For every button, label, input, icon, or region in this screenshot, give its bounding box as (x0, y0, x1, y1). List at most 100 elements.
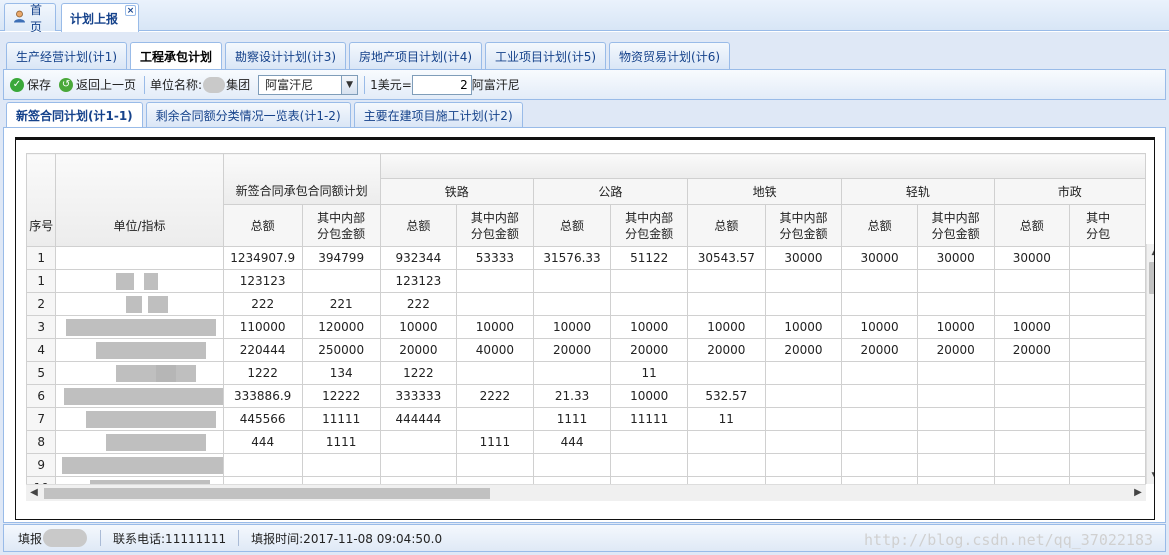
value-cell[interactable]: 10000 (379, 315, 458, 339)
unit-cell-redacted[interactable] (55, 430, 224, 454)
value-cell[interactable] (1069, 407, 1146, 431)
value-cell[interactable]: 10000 (916, 315, 995, 339)
value-cell[interactable] (1069, 338, 1146, 362)
tab-trade-plan[interactable]: 物资贸易计划(计6) (609, 42, 731, 69)
col-header-internal-subcontract[interactable]: 其中内部 分包金额 (764, 204, 843, 247)
value-cell[interactable] (379, 476, 458, 484)
col-header-municipal[interactable]: 市政 (993, 178, 1146, 205)
value-cell[interactable] (610, 292, 688, 316)
value-cell[interactable] (764, 407, 843, 431)
value-cell[interactable]: 221 (301, 292, 381, 316)
value-cell[interactable] (764, 476, 843, 484)
value-cell[interactable] (993, 407, 1071, 431)
value-cell[interactable]: 333886.9 (222, 384, 303, 408)
scroll-right-icon[interactable]: ▶ (1130, 485, 1146, 501)
tab-remaining-contract[interactable]: 剩余合同额分类情况一览表(计1-2) (145, 102, 351, 127)
value-cell[interactable] (993, 269, 1071, 293)
scroll-up-icon[interactable]: ▲ (1147, 244, 1154, 260)
col-header-total[interactable]: 总额 (993, 204, 1071, 247)
value-cell[interactable]: 30000 (993, 246, 1071, 270)
value-cell[interactable]: 51122 (610, 246, 688, 270)
value-cell[interactable] (456, 476, 534, 484)
col-header-total[interactable]: 总额 (687, 204, 766, 247)
table-row[interactable]: 3 110000 120000 10000 10000 10000 10000 10000 10… (26, 315, 1146, 339)
col-header-total[interactable]: 总额 (532, 204, 612, 247)
col-header-internal-subcontract[interactable]: 其中内部 分包金额 (301, 204, 381, 247)
value-cell[interactable]: 20000 (993, 338, 1071, 362)
vertical-scrollbar[interactable]: ▲ ▼ (1146, 244, 1154, 484)
value-cell[interactable]: 1111 (301, 430, 381, 454)
value-cell[interactable]: 134 (301, 361, 381, 385)
unit-cell-redacted[interactable] (55, 361, 224, 385)
value-cell[interactable]: 20000 (610, 338, 688, 362)
value-cell[interactable]: 250000 (301, 338, 381, 362)
value-cell[interactable]: 1222 (379, 361, 458, 385)
value-cell[interactable] (916, 292, 995, 316)
value-cell[interactable] (687, 430, 766, 454)
table-row[interactable]: 2 222 221 222 (26, 292, 1146, 316)
value-cell[interactable]: 1222 (222, 361, 303, 385)
value-cell[interactable] (301, 453, 381, 477)
value-cell[interactable]: 11111 (610, 407, 688, 431)
table-row[interactable]: 7 445566 11111 444444 1111 11111 11 (26, 407, 1146, 431)
value-cell[interactable] (687, 361, 766, 385)
value-cell[interactable]: 444 (532, 430, 612, 454)
value-cell[interactable] (532, 361, 612, 385)
value-cell[interactable]: 40000 (456, 338, 534, 362)
value-cell[interactable]: 222 (222, 292, 303, 316)
value-cell[interactable] (764, 292, 843, 316)
value-cell[interactable] (993, 430, 1071, 454)
value-cell[interactable]: 2222 (456, 384, 534, 408)
value-cell[interactable]: 30000 (916, 246, 995, 270)
value-cell[interactable] (841, 361, 918, 385)
tab-plan-report[interactable]: 计划上报 × (61, 3, 139, 32)
value-cell[interactable]: 445566 (222, 407, 303, 431)
col-header-highway[interactable]: 公路 (532, 178, 689, 205)
value-cell[interactable] (841, 384, 918, 408)
value-cell[interactable] (764, 269, 843, 293)
scroll-down-icon[interactable]: ▼ (1147, 468, 1154, 484)
value-cell[interactable] (916, 453, 995, 477)
value-cell[interactable] (916, 476, 995, 484)
value-cell[interactable] (1069, 292, 1146, 316)
value-cell[interactable]: 123123 (379, 269, 458, 293)
value-cell[interactable] (841, 453, 918, 477)
value-cell[interactable] (1069, 476, 1146, 484)
col-header-total[interactable]: 总额 (222, 204, 303, 247)
value-cell[interactable] (1069, 453, 1146, 477)
value-cell[interactable] (916, 384, 995, 408)
value-cell[interactable]: 110000 (222, 315, 303, 339)
back-button[interactable]: ↺ 返回上一页 (59, 76, 136, 93)
value-cell[interactable]: 10000 (687, 315, 766, 339)
col-header-new-contract[interactable]: 新签合同承包合同额计划 (222, 153, 381, 205)
value-cell[interactable] (841, 430, 918, 454)
table-row[interactable]: 5 1222 134 1222 11 (26, 361, 1146, 385)
value-cell[interactable]: 20000 (532, 338, 612, 362)
value-cell[interactable] (301, 476, 381, 484)
value-cell[interactable] (1069, 246, 1146, 270)
col-header-internal-subcontract[interactable]: 其中内部 分包金额 (610, 204, 688, 247)
table-row[interactable]: 10 (26, 476, 1146, 484)
col-header-unit[interactable]: 单位/指标 (55, 153, 224, 247)
value-cell[interactable] (841, 269, 918, 293)
horizontal-scroll-thumb[interactable] (44, 488, 490, 499)
unit-cell-redacted[interactable] (55, 315, 224, 339)
value-cell[interactable]: 53333 (456, 246, 534, 270)
value-cell[interactable]: 10000 (841, 315, 918, 339)
horizontal-scrollbar[interactable]: ◀ ▶ (26, 484, 1146, 501)
tab-engineering-plan[interactable]: 工程承包计划 (130, 42, 223, 69)
value-cell[interactable]: 11 (687, 407, 766, 431)
tab-home[interactable]: 首页 (4, 3, 56, 34)
value-cell[interactable]: 1111 (532, 407, 612, 431)
value-cell[interactable] (301, 269, 381, 293)
value-cell[interactable] (764, 430, 843, 454)
value-cell[interactable] (532, 476, 612, 484)
value-cell[interactable] (532, 292, 612, 316)
scroll-left-icon[interactable]: ◀ (26, 485, 42, 501)
value-cell[interactable] (841, 292, 918, 316)
unit-cell-redacted[interactable] (55, 476, 224, 484)
value-cell[interactable] (993, 476, 1071, 484)
value-cell[interactable]: 1234907.9 (222, 246, 303, 270)
value-cell[interactable]: 31576.33 (532, 246, 612, 270)
value-cell[interactable] (1069, 430, 1146, 454)
